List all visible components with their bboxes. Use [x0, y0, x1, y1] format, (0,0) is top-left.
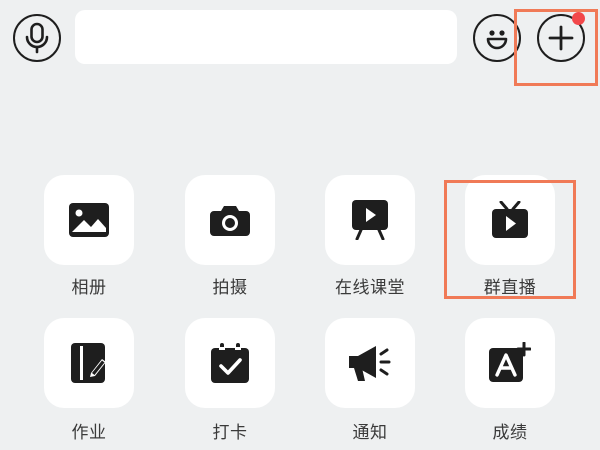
tv-icon — [492, 201, 528, 238]
homework-button[interactable] — [44, 318, 134, 408]
notice-label: 通知 — [352, 423, 388, 443]
camera-icon — [210, 206, 250, 236]
check-in-button[interactable] — [185, 318, 275, 408]
notification-dot — [572, 12, 585, 25]
group-live-button[interactable] — [465, 175, 555, 265]
presentation-icon — [352, 200, 388, 240]
emoji-icon — [486, 30, 508, 50]
voice-icon — [25, 22, 49, 54]
voice-button[interactable] — [13, 14, 61, 62]
group-live-label: 群直播 — [483, 278, 537, 298]
grades-label: 成绩 — [492, 423, 528, 443]
chat-input-panel: 相册 拍摄 在线课堂 群直播 作业 打卡 通知 成绩 — [0, 0, 600, 450]
camera-button[interactable] — [185, 175, 275, 265]
camera-label: 拍摄 — [212, 278, 248, 298]
message-input[interactable] — [75, 10, 457, 64]
online-class-label: 在线课堂 — [335, 278, 405, 298]
grade-icon — [489, 342, 531, 382]
plus-icon — [548, 25, 574, 51]
album-button[interactable] — [44, 175, 134, 265]
album-label: 相册 — [71, 278, 107, 298]
online-class-button[interactable] — [325, 175, 415, 265]
homework-icon — [71, 343, 106, 383]
grades-button[interactable] — [465, 318, 555, 408]
megaphone-icon — [349, 346, 391, 381]
image-icon — [69, 203, 109, 237]
emoji-button[interactable] — [473, 14, 521, 62]
check-in-label: 打卡 — [212, 423, 248, 443]
notice-button[interactable] — [325, 318, 415, 408]
homework-label: 作业 — [71, 423, 107, 443]
calendar-check-icon — [211, 343, 249, 383]
